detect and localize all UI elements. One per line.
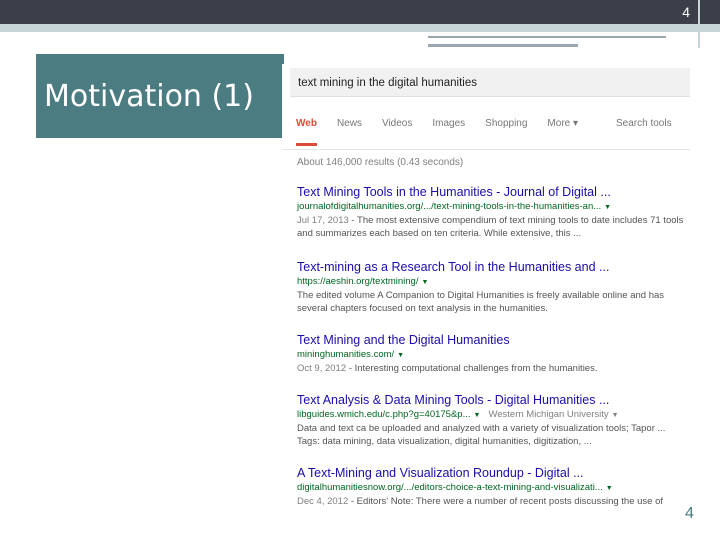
result-date: Dec 4, 2012 xyxy=(297,496,349,507)
result-tags: Tags: data mining, data visualization, d… xyxy=(297,435,689,448)
dropdown-caret-icon[interactable]: ▼ xyxy=(397,352,404,359)
result-snippet-text: - Interesting computational challenges f… xyxy=(346,363,598,374)
search-query[interactable]: text mining in the digital humanities xyxy=(298,77,477,89)
dropdown-caret-icon[interactable]: ▼ xyxy=(474,412,481,419)
search-tools-button[interactable]: Search tools xyxy=(616,118,672,129)
tab-videos[interactable]: Videos xyxy=(382,118,412,146)
result-snippet-text: - Editors' Note: There were a number of … xyxy=(348,496,664,507)
search-tabs: Web News Videos Images Shopping More ▾ xyxy=(296,118,598,146)
dropdown-caret-icon[interactable]: ▼ xyxy=(421,279,428,286)
decorative-line xyxy=(428,44,578,47)
slide-title: Motivation (1) xyxy=(44,78,254,114)
tab-news[interactable]: News xyxy=(337,118,362,146)
result-snippet-text: - The most extensive compendium of text … xyxy=(297,215,684,239)
search-results-screenshot: text mining in the digital humanities We… xyxy=(282,64,690,508)
result-title-link[interactable]: A Text-Mining and Visualization Roundup … xyxy=(297,466,689,481)
slide-number-top: 4 xyxy=(682,4,690,20)
result-title-link[interactable]: Text Analysis & Data Mining Tools - Digi… xyxy=(297,393,689,408)
tab-shopping[interactable]: Shopping xyxy=(485,118,527,146)
dropdown-caret-icon[interactable]: ▼ xyxy=(604,204,611,211)
result-date: Jul 17, 2013 xyxy=(297,215,349,226)
result-url: journalofdigitalhumanities.org/.../text-… xyxy=(297,200,689,214)
result-url: mininghumanities.com/▼ xyxy=(297,348,689,362)
result-snippet-text: The edited volume A Companion to Digital… xyxy=(297,290,665,314)
result-snippet: Dec 4, 2012 - Editors' Note: There were … xyxy=(297,495,689,508)
slide-top-band xyxy=(0,24,720,32)
result-snippet: Data and text ca be uploaded and analyze… xyxy=(297,422,689,435)
result-url-text: journalofdigitalhumanities.org/.../text-… xyxy=(297,201,602,212)
decorative-corner xyxy=(698,0,720,48)
result-url: https://aeshin.org/textmining/▼ xyxy=(297,275,689,289)
tab-web[interactable]: Web xyxy=(296,118,317,146)
result-stats: About 146,000 results (0.43 seconds) xyxy=(297,157,464,168)
slide-number-bottom: 4 xyxy=(685,505,694,522)
tab-images[interactable]: Images xyxy=(432,118,465,146)
result-url-text: libguides.wmich.edu/c.php?g=40175&p... xyxy=(297,409,471,420)
result-snippet-text: Data and text ca be uploaded and analyze… xyxy=(297,423,666,434)
result-url-text: digitalhumanitiesnow.org/.../editors-cho… xyxy=(297,482,603,493)
result-snippet: Jul 17, 2013 - The most extensive compen… xyxy=(297,214,689,240)
dropdown-caret-icon[interactable]: ▼ xyxy=(606,485,613,492)
result-url: digitalhumanitiesnow.org/.../editors-cho… xyxy=(297,481,689,495)
divider xyxy=(282,149,690,150)
search-result: Text Mining Tools in the Humanities - Jo… xyxy=(297,185,689,240)
tab-more[interactable]: More ▾ xyxy=(547,118,578,146)
result-tags-text: Tags: data mining, data visualization, d… xyxy=(297,436,592,447)
result-source: Western Michigan University xyxy=(488,409,609,420)
result-title-link[interactable]: Text-mining as a Research Tool in the Hu… xyxy=(297,260,689,275)
search-result: Text-mining as a Research Tool in the Hu… xyxy=(297,260,689,315)
slide-title-box: Motivation (1) xyxy=(36,54,284,138)
search-input[interactable]: text mining in the digital humanities xyxy=(290,68,690,97)
search-result: A Text-Mining and Visualization Roundup … xyxy=(297,466,689,508)
search-result: Text Mining and the Digital Humanities m… xyxy=(297,333,689,375)
decorative-line xyxy=(428,36,666,38)
result-snippet: The edited volume A Companion to Digital… xyxy=(297,289,689,315)
result-title-link[interactable]: Text Mining Tools in the Humanities - Jo… xyxy=(297,185,689,200)
slide-top-bar xyxy=(0,0,720,24)
dropdown-caret-icon[interactable]: ▼ xyxy=(612,412,619,419)
result-url-text: mininghumanities.com/ xyxy=(297,349,395,360)
search-result: Text Analysis & Data Mining Tools - Digi… xyxy=(297,393,689,448)
result-date: Oct 9, 2012 xyxy=(297,363,347,374)
result-url-text: https://aeshin.org/textmining/ xyxy=(297,276,419,287)
result-snippet: Oct 9, 2012 - Interesting computational … xyxy=(297,362,689,375)
result-title-link[interactable]: Text Mining and the Digital Humanities xyxy=(297,333,689,348)
result-url: libguides.wmich.edu/c.php?g=40175&p... ▼ W… xyxy=(297,408,689,422)
